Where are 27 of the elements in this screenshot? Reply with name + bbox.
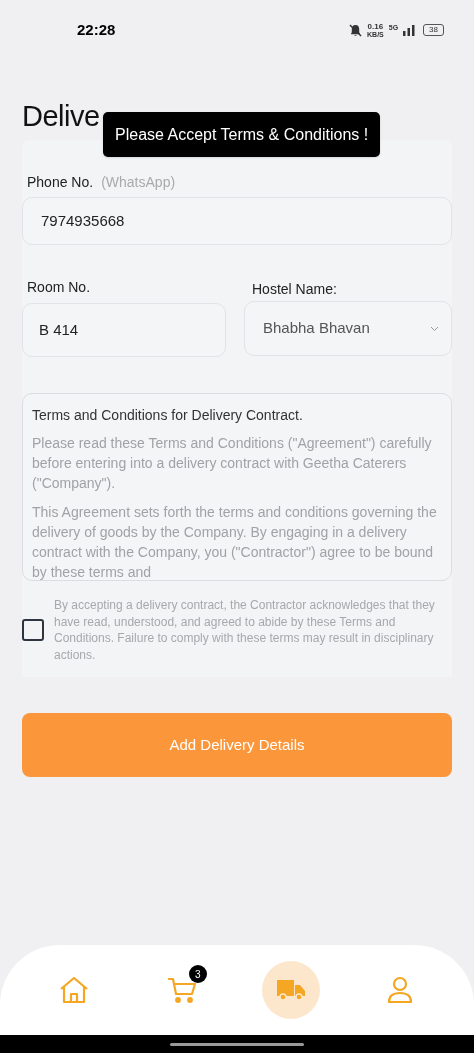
cart-count-badge: 3 [188, 965, 207, 983]
clock: 22:28 [77, 19, 116, 40]
acceptance-text: By accepting a delivery contract, the Contractor acknowledges that they have read, understood, and agreed to abide by these Terms and Conditions. Failure to comply with these terms may result in disciplinary actions. [54, 597, 436, 663]
terms-paragraph: This Agreement sets forth the terms and conditions governing the delivery of goods by the Company. By engaging in a delivery contract with the Company, you ("Contractor") agree to be bound by these terms and [32, 503, 438, 580]
profile-icon [386, 976, 413, 1004]
terms-paragraph: Please read these Terms and Conditions ("Agreement") carefully before entering into a delivery contract with Geetha Caterers ("Company"). [32, 434, 433, 493]
page-title: Delive [22, 99, 100, 134]
room-input[interactable]: B 414 [22, 303, 226, 357]
nav-item[interactable]: 3 [153, 961, 212, 1019]
accept-checkbox[interactable] [22, 619, 44, 641]
home-icon [59, 976, 90, 1004]
truck-icon [276, 978, 307, 1002]
phone-input[interactable]: 7974935668 [22, 197, 452, 245]
cart-icon [167, 976, 198, 1004]
field-hint: (WhatsApp) [101, 173, 176, 192]
home-indicator[interactable] [170, 1042, 304, 1046]
terms-heading: Terms and Conditions for Delivery Contract. [32, 406, 304, 424]
field-label: Room No. [26, 278, 92, 297]
chevron-down-icon [430, 325, 439, 332]
signal-icon [403, 24, 416, 36]
toast-message: Please Accept Terms & Conditions ! [103, 112, 381, 157]
mute-icon [349, 23, 362, 37]
battery-level: 38 [423, 24, 444, 36]
hostel-dropdown[interactable]: Bhabha Bhavan [244, 301, 452, 356]
field-label: Phone No. [27, 173, 94, 192]
network-speed: 0.16 [367, 22, 384, 31]
field-label: Hostel Name: [251, 280, 338, 299]
